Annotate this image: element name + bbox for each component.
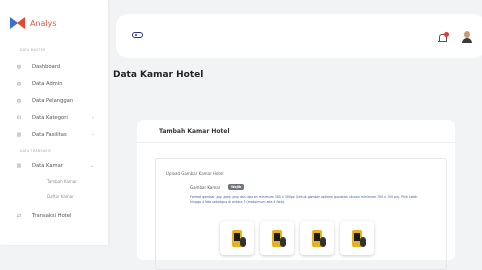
topbar xyxy=(116,14,482,58)
sidebar-item-label: Transaksi Hotel xyxy=(32,213,72,219)
admin-icon: ◍ xyxy=(16,81,22,87)
sidebar-subitem-daftar-kamar[interactable]: Daftar Kamar xyxy=(47,194,74,199)
section-label-transaksi: DATA TRANSAKSI xyxy=(20,149,52,153)
upload-slot-2[interactable] xyxy=(260,221,294,255)
page-title: Data Kamar Hotel xyxy=(113,70,204,80)
sidebar-item-transaksi[interactable]: ⇄ Transaksi Hotel xyxy=(12,211,104,221)
logo-icon xyxy=(10,17,26,29)
sidebar-item-label: Data Kategori xyxy=(32,115,68,121)
section-label-master: DATA MASTER xyxy=(20,48,46,52)
sidebar-item-label: Data Kamar xyxy=(32,163,63,169)
sidebar-item-label: Data Admin xyxy=(32,81,63,87)
sidebar-item-kategori[interactable]: ılı Data Kategori › xyxy=(12,113,104,123)
card-title: Tambah Kamar Hotel xyxy=(159,128,230,135)
toggle-icon[interactable] xyxy=(132,32,143,38)
sidebar-item-label: Dashboard xyxy=(32,64,61,70)
add-room-card: Tambah Kamar Hotel Upload Gambar Kamar H… xyxy=(137,120,455,270)
upload-slot-1[interactable] xyxy=(220,221,254,255)
upload-title: Upload Gambar Kamar Hotel xyxy=(166,171,224,176)
chevron-right-icon: › xyxy=(92,115,94,121)
help-text: Format gambar .jpg .jpeg .png dan ukuran… xyxy=(190,195,418,204)
sidebar-item-label: Data Pelanggan xyxy=(32,98,74,104)
brand-name: Analys xyxy=(30,18,57,28)
sidebar-item-pelanggan[interactable]: ◍ Data Pelanggan xyxy=(12,96,104,106)
sidebar-item-dashboard[interactable]: ◍ Dashboard xyxy=(12,62,104,72)
customer-icon: ◍ xyxy=(16,98,22,104)
avatar[interactable] xyxy=(462,31,472,43)
required-badge: Wajib xyxy=(228,184,245,190)
dashboard-icon: ◍ xyxy=(16,64,22,70)
field-label: Gambar Kamar xyxy=(190,185,221,190)
category-icon: ılı xyxy=(16,115,22,121)
sidebar-item-fasilitas[interactable]: ▥ Data Fasilitas › xyxy=(12,130,104,140)
sidebar-item-admin[interactable]: ◍ Data Admin xyxy=(12,79,104,89)
sidebar-subitem-tambah-kamar[interactable]: Tambah Kamar xyxy=(47,179,77,184)
transaction-icon: ⇄ xyxy=(16,213,22,219)
chevron-down-icon: ⌄ xyxy=(89,163,94,169)
bell-icon[interactable] xyxy=(438,32,449,44)
brand[interactable]: Analys xyxy=(10,16,57,30)
chevron-right-icon: › xyxy=(92,132,94,138)
notification-dot xyxy=(444,32,449,37)
sidebar-item-label: Data Fasilitas xyxy=(32,132,67,138)
divider xyxy=(137,142,455,143)
sidebar: Analys DATA MASTER ◍ Dashboard ◍ Data Ad… xyxy=(0,0,108,245)
upload-slot-3[interactable] xyxy=(300,221,334,255)
facility-icon: ▥ xyxy=(16,132,22,138)
upload-slot-4[interactable] xyxy=(340,221,374,255)
room-icon: ▥ xyxy=(16,163,22,169)
sidebar-item-kamar[interactable]: ▥ Data Kamar ⌄ xyxy=(12,161,104,171)
upload-section: Upload Gambar Kamar Hotel Gambar Kamar W… xyxy=(155,158,447,270)
